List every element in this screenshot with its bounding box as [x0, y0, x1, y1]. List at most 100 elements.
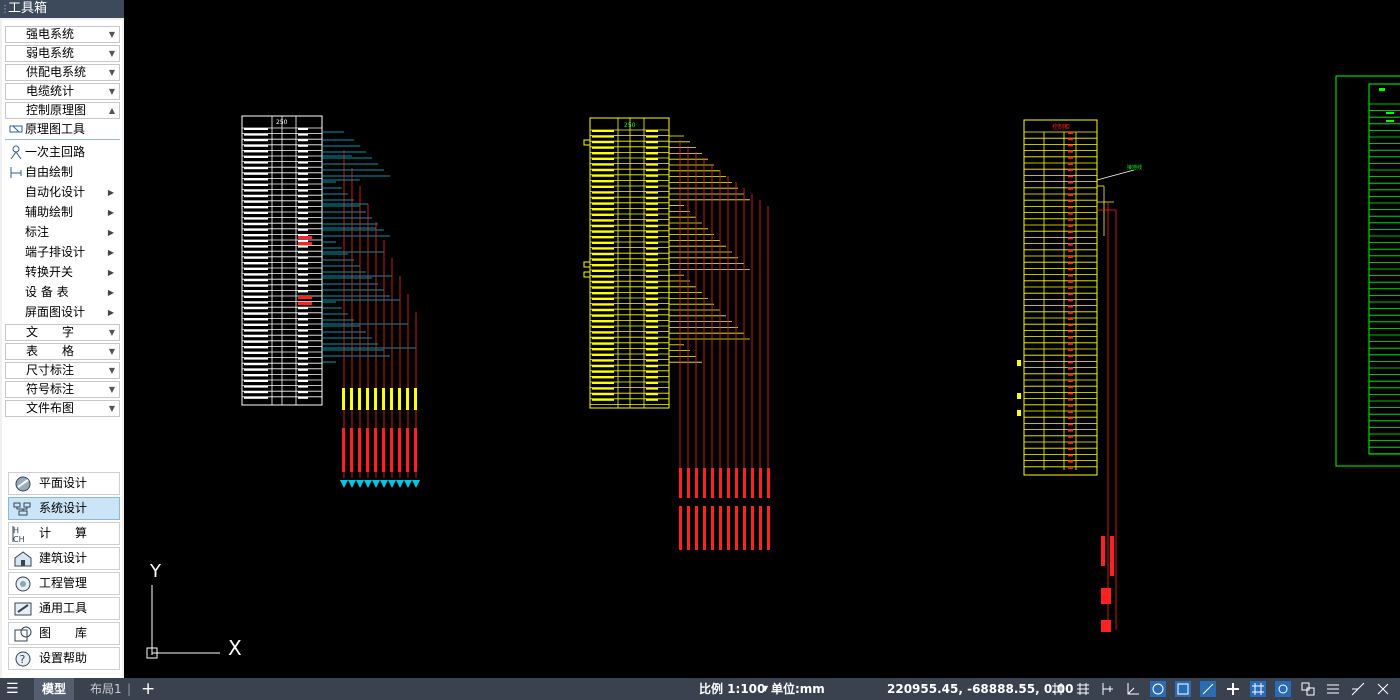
tab-model[interactable]: 模型: [34, 678, 75, 700]
quick-props-icon[interactable]: [1250, 681, 1266, 697]
terminal-block-1[interactable]: 250: [241, 115, 420, 488]
scale-selector[interactable]: 比例 1:100: [699, 678, 765, 700]
object-snap-icon[interactable]: [1175, 681, 1191, 697]
block3-cell-text: [1068, 150, 1073, 153]
block1-cell-text: [244, 156, 268, 158]
block3-cell-text: [1068, 435, 1073, 438]
block2-red-label: [695, 506, 698, 550]
block3-cell-text: [1068, 311, 1073, 314]
polar-tracking-icon[interactable]: [1150, 681, 1166, 697]
block3-cell-text: [1068, 287, 1073, 289]
chevron-down-icon[interactable]: ▼: [762, 678, 768, 700]
tab-layout1[interactable]: 布局1: [90, 678, 122, 700]
category-power-distribution[interactable]: 供配电系统 ▼: [5, 64, 120, 81]
block2-cell-text: [646, 337, 658, 340]
terminal-block-3[interactable]: 控制柜 接地线: [1017, 119, 1142, 632]
terminal-block-4[interactable]: [1335, 75, 1400, 467]
arrow-down-icon: [380, 480, 388, 488]
tool-terminal-design[interactable]: 端子排设计 ▶: [5, 243, 120, 262]
ucs-x-label: X: [228, 636, 242, 660]
snap-tracking-icon[interactable]: [1200, 681, 1216, 697]
settings-help-button[interactable]: ? 设置帮助: [8, 647, 120, 670]
tool-annotate[interactable]: 标注 ▶: [5, 223, 120, 242]
selection-cycle-icon[interactable]: [1275, 681, 1291, 697]
tool-free-draw[interactable]: 自由绘制: [5, 163, 120, 182]
block1-cell-text: [298, 262, 308, 265]
annotation-scale-icon[interactable]: [1300, 681, 1316, 697]
building-design-button[interactable]: 建筑设计: [8, 547, 120, 570]
block2-cell-text: [646, 348, 658, 351]
block1-yellow-label: [366, 388, 369, 410]
snap-grid-icon[interactable]: [1075, 681, 1091, 697]
project-management-button[interactable]: 工程管理: [8, 572, 120, 595]
tool-aux-draw[interactable]: 辅助绘制 ▶: [5, 203, 120, 222]
svg-text:?: ?: [20, 653, 26, 666]
category-table[interactable]: 表 格 ▼: [5, 343, 120, 360]
coordinate-readout: 220955.45, -68888.55, 0.00: [887, 682, 1074, 696]
block2-cell-text: [592, 191, 614, 194]
block1-cell-text: [298, 391, 308, 394]
category-weak-power[interactable]: 弱电系统 ▼: [5, 45, 120, 62]
block2-cell-text: [592, 286, 614, 289]
block2-cell-text: [646, 393, 658, 396]
calculation-button[interactable]: H CH 计 算: [8, 522, 120, 545]
tool-auto-design[interactable]: 自动化设计 ▶: [5, 183, 120, 202]
category-file-layout[interactable]: 文件布图 ▼: [5, 400, 120, 417]
menu-icon[interactable]: ☰: [6, 678, 19, 700]
category-text[interactable]: 文 字 ▼: [5, 324, 120, 341]
category-strong-power[interactable]: 强电系统 ▼: [5, 26, 120, 43]
block1-red-label: [414, 428, 417, 472]
add-layout-button[interactable]: +: [141, 678, 155, 700]
block3-cell-text: [1068, 392, 1073, 395]
block2-cell-text: [592, 264, 614, 267]
block2-cell-text: [592, 208, 614, 211]
cad-drawing[interactable]: Y X 250 250 控制柜 接地线: [124, 0, 1400, 678]
tool-group-schematic[interactable]: 原理图工具: [5, 120, 120, 140]
chevron-down-icon: ▼: [108, 328, 115, 337]
block2-red-label: [687, 506, 690, 550]
isolate-objects-icon[interactable]: [1350, 681, 1366, 697]
block3-cell-text: [1068, 367, 1073, 370]
tool-label: 辅助绘制: [25, 205, 74, 219]
drawing-canvas[interactable]: Y X 250 250 控制柜 接地线: [124, 0, 1400, 678]
fullscreen-icon[interactable]: [1375, 681, 1391, 697]
block1-cell-text: [298, 290, 308, 293]
dynamic-input-icon[interactable]: [1225, 681, 1241, 697]
tool-equipment-table[interactable]: 设 备 表 ▶: [5, 283, 120, 302]
block1-cell-text: [244, 251, 268, 254]
block1-rows: [242, 116, 322, 405]
system-design-button[interactable]: 系统设计: [8, 497, 120, 520]
block1-cell-text: [244, 133, 268, 136]
tool-main-circuit[interactable]: 一次主回路: [5, 143, 120, 162]
block2-cell-text: [646, 281, 658, 284]
block2-red-label: [759, 468, 762, 498]
block1-red-label: [382, 428, 385, 472]
ortho-icon[interactable]: [1125, 681, 1141, 697]
toolbox-title-bar[interactable]: ⋮工具箱: [0, 0, 124, 18]
category-dimension[interactable]: 尺寸标注 ▼: [5, 362, 120, 379]
library-button[interactable]: 图 库: [8, 622, 120, 645]
block1-cell-text: [244, 307, 268, 310]
floor-plan-design-button[interactable]: 平面设计: [8, 472, 120, 495]
arrow-down-icon: [404, 480, 412, 488]
block1-red-label: [406, 428, 409, 472]
block2-cell-text: [592, 326, 614, 328]
grip-icon[interactable]: ⋮: [0, 1, 10, 19]
workspace-icon[interactable]: [1325, 681, 1341, 697]
tool-transfer-switch[interactable]: 转换开关 ▶: [5, 263, 120, 282]
terminal-block-2[interactable]: 250: [583, 117, 770, 550]
category-cable-stats[interactable]: 电缆统计 ▼: [5, 83, 120, 100]
block2-cell-text: [646, 208, 658, 211]
block1-cell-text: [298, 217, 308, 220]
block2-cell-text: [646, 359, 658, 362]
category-symbol-annotation[interactable]: 符号标注 ▼: [5, 381, 120, 398]
lineweight-icon[interactable]: [1100, 681, 1116, 697]
grid-display-icon[interactable]: [1050, 681, 1066, 697]
block2-cell-text: [646, 370, 658, 373]
block2-cell-text: [646, 326, 658, 328]
category-control-schematic[interactable]: 控制原理图 ▲: [5, 102, 120, 119]
block3-cell-text: [1068, 206, 1073, 209]
block3-cell-text: [1068, 466, 1073, 469]
tool-panel-layout[interactable]: 屏面图设计 ▶: [5, 303, 120, 322]
general-tools-button[interactable]: 通用工具: [8, 597, 120, 620]
